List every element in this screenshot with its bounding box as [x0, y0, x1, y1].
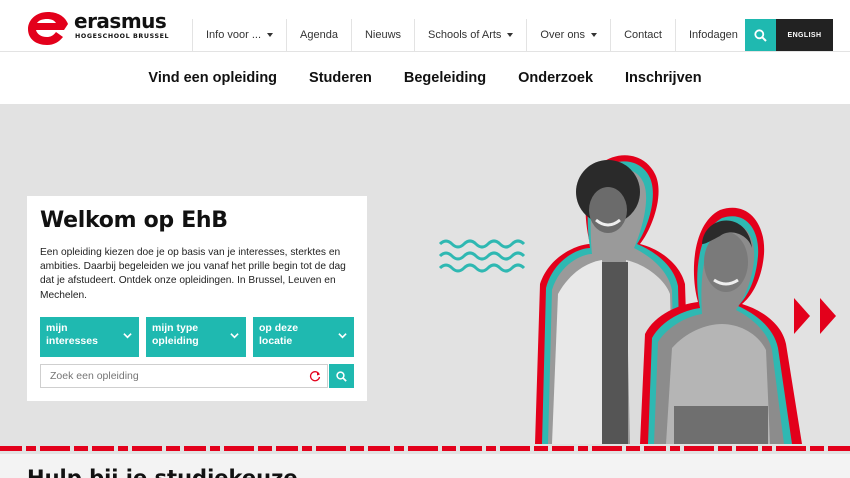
refresh-icon[interactable] [309, 370, 321, 382]
header-search-button[interactable] [745, 19, 776, 51]
search-icon [336, 370, 347, 382]
topnav-contact[interactable]: Contact [611, 19, 676, 51]
chevron-down-icon [338, 333, 347, 339]
filter-label: mijn type opleiding [152, 322, 199, 347]
mainnav-onderzoek[interactable]: Onderzoek [502, 70, 609, 86]
opleiding-search-input[interactable] [41, 365, 291, 387]
filter-interesses-dropdown[interactable]: mijn interesses [40, 317, 139, 357]
filter-type-opleiding-dropdown[interactable]: mijn type opleiding [146, 317, 246, 357]
brand-name: erasmus [74, 9, 167, 33]
opleiding-search-button[interactable] [329, 364, 354, 388]
caret-down-icon [267, 33, 274, 37]
section-heading: Hulp bij je studiekeuze [27, 466, 298, 478]
chevron-down-icon [123, 333, 132, 339]
topnav-label: Contact [624, 29, 662, 41]
filter-locatie-dropdown[interactable]: op deze locatie [253, 317, 354, 357]
arrow-decoration [820, 298, 836, 334]
filter-label: op deze locatie [259, 322, 299, 347]
erasmus-logo-icon [28, 12, 68, 45]
mainnav-inschrijven[interactable]: Inschrijven [609, 70, 718, 86]
topnav-infodagen[interactable]: Infodagen [676, 19, 751, 51]
erasmus-logo[interactable]: erasmus HOGESCHOOL BRUSSEL [26, 8, 176, 48]
topnav-label: Infodagen [688, 29, 738, 41]
topnav-label: Nieuws [364, 29, 402, 41]
hero-students-image [438, 155, 836, 445]
opleiding-search-field [40, 364, 328, 388]
studiekeuze-section: Hulp bij je studiekeuze [0, 454, 850, 478]
hero-title: Welkom op EhB [40, 208, 228, 233]
topnav-schools-of-arts[interactable]: Schools of Arts [415, 19, 528, 51]
topnav-label: Over ons [540, 29, 586, 41]
topnav-info-voor[interactable]: Info voor ... [193, 19, 288, 51]
language-english-button[interactable]: ENGLISH [776, 19, 833, 51]
search-icon [754, 28, 767, 42]
topnav-nieuws[interactable]: Nieuws [352, 19, 416, 51]
mainnav-vind-een-opleiding[interactable]: Vind een opleiding [132, 70, 293, 86]
red-dashed-divider [0, 446, 850, 451]
topnav-label: Info voor ... [206, 29, 262, 41]
hero-description: Een opleiding kiezen doe je op basis van… [40, 247, 346, 301]
main-navigation: Vind een opleiding Studeren Begeleiding … [0, 52, 850, 104]
topnav-label: Schools of Arts [428, 29, 502, 41]
arrow-decoration [794, 298, 810, 334]
mainnav-begeleiding[interactable]: Begeleiding [388, 70, 502, 86]
mainnav-studeren[interactable]: Studeren [293, 70, 388, 86]
top-bar: erasmus HOGESCHOOL BRUSSEL Info voor ...… [0, 0, 850, 52]
top-navigation: Info voor ... Agenda Nieuws Schools of A… [192, 19, 751, 51]
welcome-card: Welkom op EhB Een opleiding kiezen doe j… [27, 196, 367, 401]
chevron-down-icon [230, 333, 239, 339]
filter-label: mijn interesses [46, 322, 98, 347]
wave-decoration [438, 239, 526, 273]
caret-down-icon [591, 33, 598, 37]
hero-section: Welkom op EhB Een opleiding kiezen doe j… [0, 104, 850, 454]
topnav-over-ons[interactable]: Over ons [527, 19, 612, 51]
caret-down-icon [507, 33, 514, 37]
topnav-agenda[interactable]: Agenda [287, 19, 352, 51]
topnav-label: Agenda [300, 29, 338, 41]
brand-subtitle: HOGESCHOOL BRUSSEL [75, 33, 170, 40]
